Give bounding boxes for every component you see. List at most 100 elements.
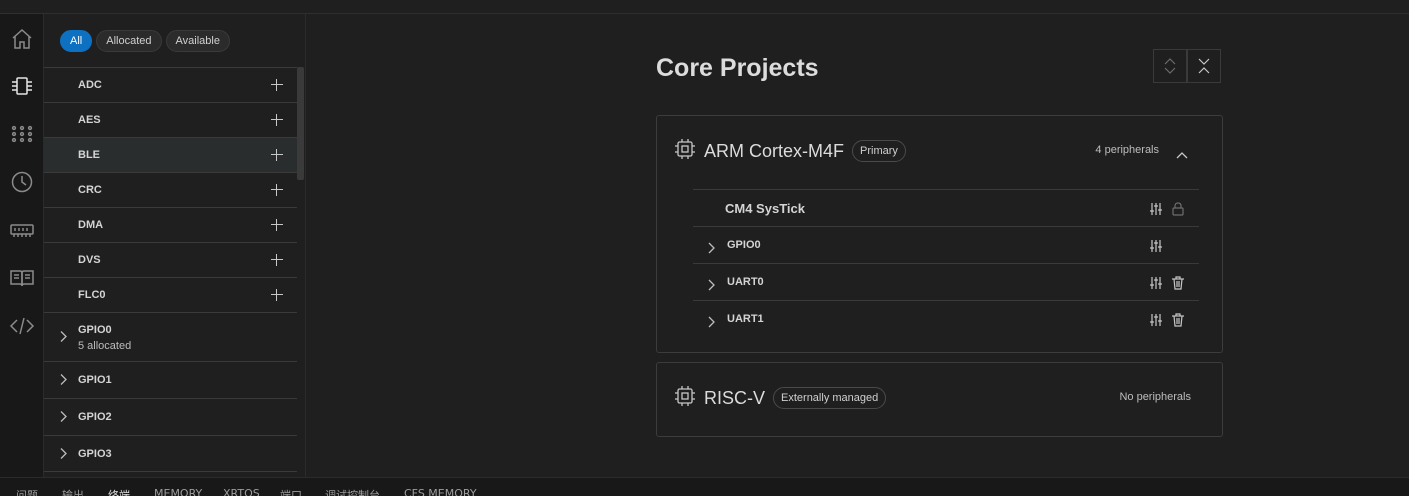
- externally-managed-badge: Externally managed: [773, 387, 887, 409]
- peripheral-item-dvs[interactable]: DVS: [44, 242, 297, 277]
- filter-available-chip[interactable]: Available: [165, 30, 230, 52]
- filter-chips: All Allocated Available: [60, 30, 230, 52]
- title-bar-edge: [0, 0, 1409, 14]
- core-peripheral-table: CM4 SysTick GPIO0 UART0 UART1: [693, 189, 1199, 337]
- expand-all-button[interactable]: [1153, 49, 1187, 83]
- plus-icon[interactable]: [271, 79, 283, 91]
- chevron-right-icon[interactable]: [707, 276, 715, 295]
- plus-icon[interactable]: [271, 289, 283, 301]
- peripheral-name: UART1: [727, 313, 764, 325]
- plus-icon[interactable]: [271, 254, 283, 266]
- tab-output[interactable]: 输出: [62, 487, 84, 496]
- peripheral-list: ADC AES BLE CRC DMA DVS FLC0 GPIO0 5 all…: [44, 67, 297, 472]
- peripheral-count: 4 peripherals: [1095, 144, 1159, 156]
- home-icon[interactable]: [0, 19, 44, 59]
- tab-terminal[interactable]: 终端: [108, 487, 130, 496]
- core-card-header[interactable]: RISC-V Externally managed: [674, 385, 887, 411]
- tab-problems[interactable]: 问题: [16, 487, 38, 496]
- peripheral-row-uart1[interactable]: UART1: [693, 300, 1199, 337]
- chevron-right-icon[interactable]: [59, 444, 67, 463]
- chevron-right-icon[interactable]: [707, 313, 715, 332]
- tab-debug-console[interactable]: 调试控制台: [325, 487, 380, 496]
- core-card-riscv: RISC-V Externally managed No peripherals: [656, 362, 1223, 437]
- code-icon[interactable]: [0, 306, 44, 346]
- peripheral-label: FLC0: [78, 289, 106, 301]
- chevron-right-icon[interactable]: [59, 328, 67, 347]
- peripheral-label: GPIO3: [78, 447, 112, 460]
- settings-sliders-icon[interactable]: [1149, 201, 1163, 220]
- peripheral-name: UART0: [727, 276, 764, 288]
- peripheral-label: AES: [78, 114, 101, 126]
- chevron-right-icon[interactable]: [59, 371, 67, 390]
- book-icon[interactable]: [0, 258, 44, 298]
- row-actions: [1149, 238, 1199, 254]
- filter-all-chip[interactable]: All: [60, 30, 93, 52]
- plus-icon[interactable]: [271, 149, 283, 161]
- primary-badge: Primary: [852, 140, 906, 162]
- peripheral-name: CM4 SysTick: [725, 201, 805, 216]
- bottom-panel-tabs: 问题 输出 终端 MEMORY XRTOS 端口 调试控制台 CFS MEMOR…: [0, 477, 1409, 496]
- chevron-right-icon[interactable]: [707, 239, 715, 258]
- filter-allocated-chip[interactable]: Allocated: [96, 30, 162, 52]
- core-name: RISC-V: [704, 387, 766, 408]
- peripheral-row-uart0[interactable]: UART0: [693, 263, 1199, 300]
- collapse-all-button[interactable]: [1187, 49, 1221, 83]
- peripheral-label: ADC: [78, 79, 102, 91]
- peripheral-item-dma[interactable]: DMA: [44, 207, 297, 242]
- settings-sliders-icon[interactable]: [1149, 238, 1163, 257]
- peripheral-item-adc[interactable]: ADC: [44, 67, 297, 102]
- page-title: Core Projects: [656, 54, 819, 82]
- peripheral-item-gpio3[interactable]: GPIO3: [44, 435, 297, 472]
- peripheral-item-crc[interactable]: CRC: [44, 172, 297, 207]
- peripheral-label: GPIO2: [78, 411, 112, 423]
- tab-cfs-memory[interactable]: CFS MEMORY: [404, 487, 477, 496]
- peripheral-item-gpio0[interactable]: GPIO0 5 allocated: [44, 312, 297, 361]
- core-projects-panel: Core Projects ARM Cortex-M4F Primary 4 p…: [306, 14, 1409, 477]
- peripheral-item-flc0[interactable]: FLC0: [44, 277, 297, 312]
- core-card-arm: ARM Cortex-M4F Primary 4 peripherals CM4…: [656, 115, 1223, 353]
- row-actions: [1149, 312, 1199, 328]
- peripheral-count: No peripherals: [1119, 391, 1191, 403]
- cpu-icon: [674, 385, 696, 411]
- tab-ports[interactable]: 端口: [280, 487, 302, 496]
- allocation-count: 5 allocated: [78, 340, 132, 352]
- cpu-icon: [674, 138, 696, 164]
- peripheral-name: GPIO0: [727, 239, 761, 251]
- tab-memory[interactable]: MEMORY: [154, 487, 202, 496]
- memory-icon[interactable]: [0, 210, 44, 250]
- plus-icon[interactable]: [271, 184, 283, 196]
- lock-icon: [1171, 201, 1185, 220]
- clock-icon[interactable]: [0, 162, 44, 202]
- settings-sliders-icon[interactable]: [1149, 312, 1163, 331]
- core-card-header[interactable]: ARM Cortex-M4F Primary: [674, 138, 906, 164]
- peripheral-label: DMA: [78, 219, 104, 231]
- trash-icon[interactable]: [1171, 275, 1185, 294]
- trash-icon[interactable]: [1171, 312, 1185, 331]
- peripheral-sidebar: All Allocated Available ADC AES BLE CRC: [44, 14, 306, 477]
- peripheral-label: CRC: [78, 184, 102, 196]
- chevron-up-icon[interactable]: [1176, 144, 1188, 163]
- peripheral-row-systick[interactable]: CM4 SysTick: [693, 189, 1199, 226]
- plus-icon[interactable]: [271, 114, 283, 126]
- peripheral-item-aes[interactable]: AES: [44, 102, 297, 137]
- toolbar: [1153, 49, 1221, 83]
- peripheral-item-gpio2[interactable]: GPIO2: [44, 398, 297, 435]
- peripheral-item-gpio1[interactable]: GPIO1: [44, 361, 297, 398]
- plus-icon[interactable]: [271, 219, 283, 231]
- sidebar-scrollbar[interactable]: [297, 67, 304, 180]
- peripheral-label: DVS: [78, 254, 101, 266]
- peripheral-label: GPIO0: [78, 324, 112, 336]
- peripheral-item-ble[interactable]: BLE: [44, 137, 297, 172]
- grid-dots-icon[interactable]: [0, 114, 44, 154]
- chevron-right-icon[interactable]: [59, 408, 67, 427]
- tab-xrtos[interactable]: XRTOS: [223, 487, 260, 496]
- settings-sliders-icon[interactable]: [1149, 275, 1163, 294]
- activity-bar: [0, 14, 44, 477]
- row-actions: [1149, 275, 1199, 291]
- row-actions: [1149, 201, 1199, 217]
- peripheral-row-gpio0[interactable]: GPIO0: [693, 226, 1199, 263]
- core-name: ARM Cortex-M4F: [704, 140, 845, 161]
- chip-icon[interactable]: [0, 66, 44, 106]
- peripheral-label: BLE: [78, 149, 100, 161]
- app-window: All Allocated Available ADC AES BLE CRC: [0, 0, 1409, 496]
